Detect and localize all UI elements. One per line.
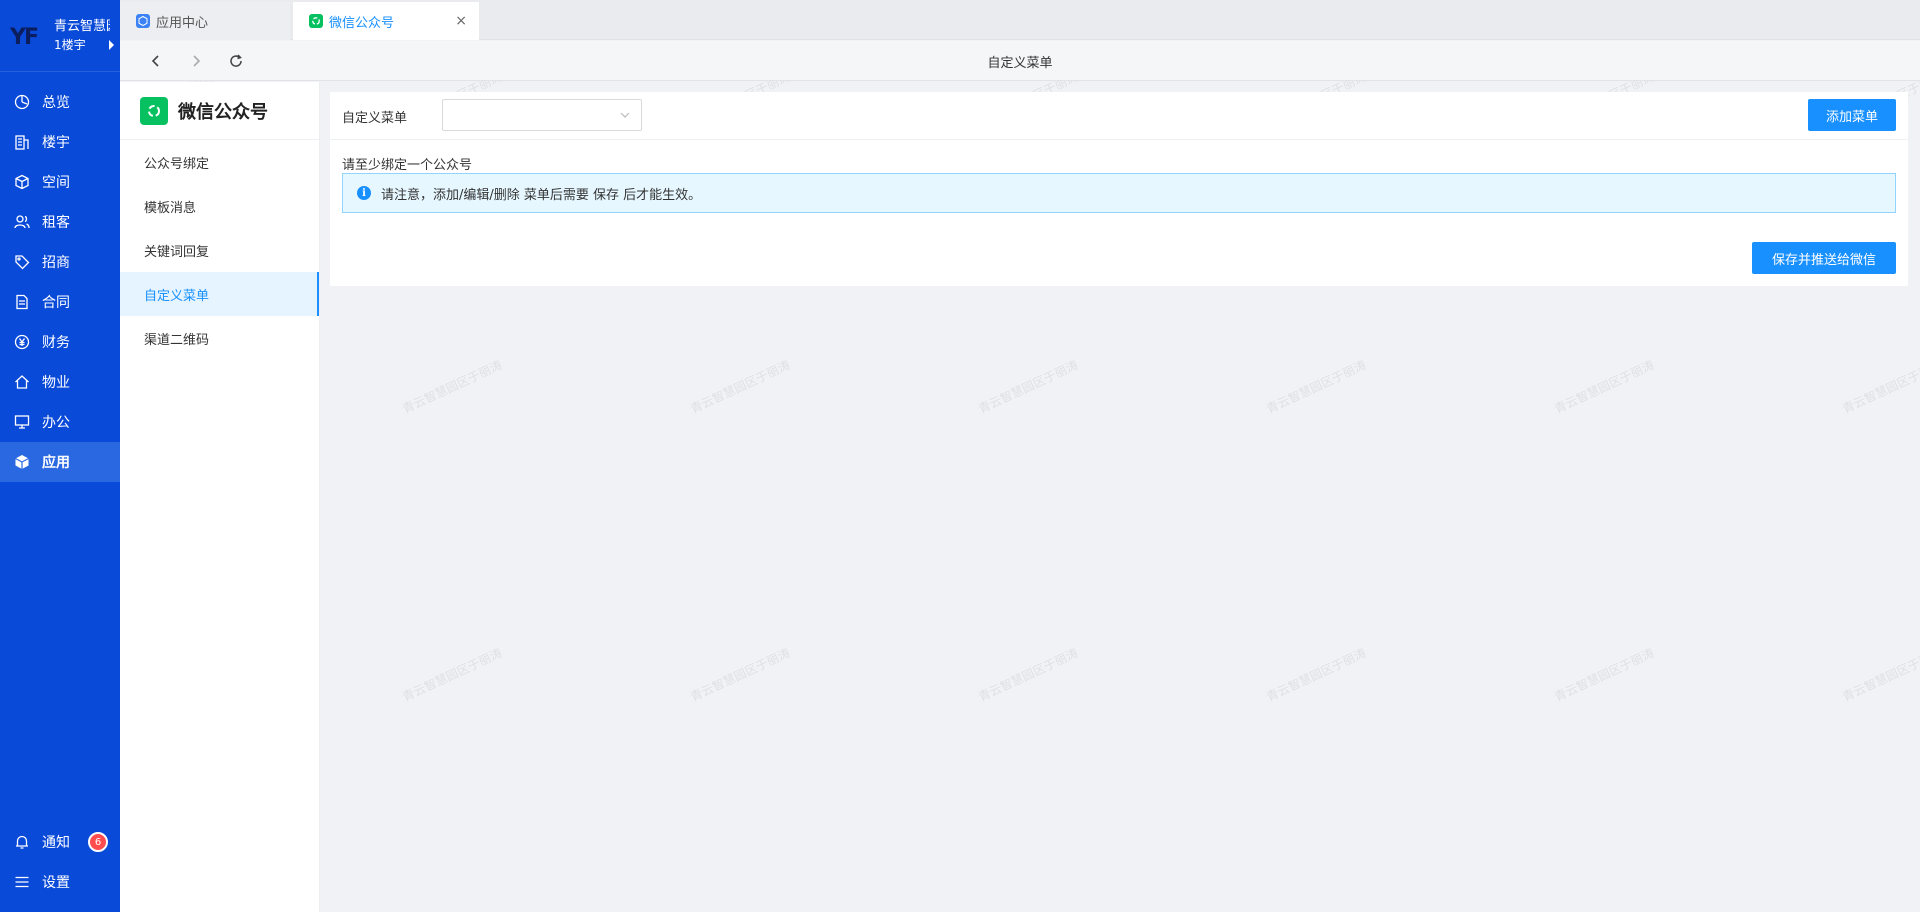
- monitor-icon: [14, 414, 30, 430]
- subnav-item-qrcode[interactable]: 渠道二维码: [120, 316, 319, 360]
- tab-wechat[interactable]: 微信公众号 ×: [293, 2, 479, 40]
- nav-item-leasing[interactable]: 招商: [0, 242, 120, 282]
- watermark-text: 青云智慧园区于丽涛: [976, 645, 1081, 705]
- nav-label: 楼宇: [42, 135, 70, 151]
- nav-label: 设置: [42, 875, 70, 891]
- nav-item-property[interactable]: 物业: [0, 362, 120, 402]
- chevron-down-icon: [619, 109, 631, 125]
- subnav-item-template[interactable]: 模板消息: [120, 184, 319, 228]
- dashboard-icon: [14, 94, 30, 110]
- subnav-label: 公众号绑定: [144, 156, 210, 172]
- watermark-text: 青云智慧园区于丽涛: [1552, 645, 1657, 705]
- menu-select-label: 自定义菜单: [342, 111, 408, 126]
- subnav-item-custom-menu[interactable]: 自定义菜单: [120, 272, 319, 316]
- nav-item-apps[interactable]: 应用: [0, 442, 120, 482]
- watermark-text: 青云智慧园区于丽涛: [400, 645, 505, 705]
- close-icon[interactable]: ×: [455, 13, 467, 29]
- info-alert: i 请注意，添加/编辑/删除 菜单后需要 保存 后才能生效。: [342, 173, 1896, 213]
- brand-logo: YF: [10, 24, 40, 50]
- home-icon: [14, 374, 30, 390]
- nav-label: 租客: [42, 215, 70, 231]
- nav-label: 物业: [42, 375, 70, 391]
- building-icon: [14, 134, 30, 150]
- info-icon: i: [357, 186, 371, 200]
- tag-icon: [14, 254, 30, 270]
- building-selector: 1楼宇: [54, 37, 86, 52]
- notification-badge: 6: [88, 832, 108, 852]
- bell-icon: [14, 834, 30, 850]
- nav-label: 应用: [42, 455, 70, 471]
- caret-right-icon[interactable]: [109, 40, 114, 50]
- brand-switcher[interactable]: YF 青云智慧园区 1楼宇: [0, 0, 120, 72]
- wechat-sidebar: 微信公众号 公众号绑定 模板消息 关键词回复 自定义菜单 渠道二维码: [120, 82, 320, 912]
- back-icon[interactable]: [146, 51, 166, 71]
- nav-label: 办公: [42, 415, 70, 431]
- main-sidebar: YF 青云智慧园区 1楼宇 总览 楼宇 空间: [0, 0, 120, 912]
- refresh-icon[interactable]: [226, 51, 246, 71]
- bind-warning-text: 请至少绑定一个公众号: [342, 158, 473, 173]
- page-title: 自定义菜单: [987, 56, 1053, 71]
- nav-item-contract[interactable]: 合同: [0, 282, 120, 322]
- page-toolbar: 自定义菜单: [120, 41, 1920, 81]
- nav-label: 总览: [42, 95, 70, 111]
- menu-icon: [14, 874, 30, 890]
- app-cube-icon: [14, 454, 30, 470]
- wechat-icon: [309, 14, 323, 28]
- subnav-label: 渠道二维码: [144, 332, 210, 348]
- nav-label: 通知: [42, 835, 70, 851]
- app-center-icon: [136, 14, 150, 28]
- main-nav: 总览 楼宇 空间 租客 招商 合同 财务 物业 办公 应用: [0, 82, 120, 482]
- add-menu-button[interactable]: 添加菜单: [1808, 99, 1896, 131]
- nav-item-notifications[interactable]: 通知 6: [0, 822, 120, 862]
- subnav-item-keyword[interactable]: 关键词回复: [120, 228, 319, 272]
- nav-label: 招商: [42, 255, 70, 271]
- nav-item-office[interactable]: 办公: [0, 402, 120, 442]
- filter-row: 自定义菜单 添加菜单: [330, 92, 1908, 140]
- nav-item-settings[interactable]: 设置: [0, 862, 120, 902]
- watermark-text: 青云智慧园区于丽涛: [688, 645, 793, 705]
- yen-icon: [14, 334, 30, 350]
- watermark-text: 青云智慧园区于丽涛: [1264, 357, 1369, 417]
- nav-label: 财务: [42, 335, 70, 351]
- watermark-text: 青云智慧园区于丽涛: [1840, 357, 1920, 417]
- tab-label: 微信公众号: [329, 15, 395, 31]
- watermark-text: 青云智慧园区于丽涛: [1840, 645, 1920, 705]
- watermark-text: 青云智慧园区于丽涛: [400, 357, 505, 417]
- wechat-title: 微信公众号: [178, 101, 268, 123]
- nav-label: 空间: [42, 175, 70, 191]
- tab-bar: 应用中心 微信公众号 ×: [120, 0, 1920, 40]
- nav-item-building[interactable]: 楼宇: [0, 122, 120, 162]
- watermark-text: 青云智慧园区于丽涛: [1264, 645, 1369, 705]
- nav-item-tenant[interactable]: 租客: [0, 202, 120, 242]
- wechat-logo-icon: [140, 96, 168, 125]
- nav-item-overview[interactable]: 总览: [0, 82, 120, 122]
- nav-item-finance[interactable]: 财务: [0, 322, 120, 362]
- subnav-label: 自定义菜单: [144, 288, 210, 304]
- alert-text: 请注意，添加/编辑/删除 菜单后需要 保存 后才能生效。: [381, 187, 702, 203]
- custom-menu-panel: 自定义菜单 添加菜单 请至少绑定一个公众号 i 请注意，添加/编辑/删除 菜单后…: [330, 92, 1908, 286]
- tab-app-center[interactable]: 应用中心: [120, 2, 290, 40]
- subnav-label: 关键词回复: [144, 244, 210, 260]
- cube-icon: [14, 174, 30, 190]
- watermark-text: 青云智慧园区于丽涛: [1552, 357, 1657, 417]
- subnav-item-binding[interactable]: 公众号绑定: [120, 140, 319, 184]
- wechat-header: 微信公众号: [120, 82, 319, 140]
- watermark-text: 青云智慧园区于丽涛: [688, 357, 793, 417]
- brand-name: 青云智慧园区: [54, 18, 110, 34]
- watermark-text: 青云智慧园区于丽涛: [976, 357, 1081, 417]
- users-icon: [14, 214, 30, 230]
- subnav-label: 模板消息: [144, 200, 197, 216]
- nav-label: 合同: [42, 295, 70, 311]
- nav-item-space[interactable]: 空间: [0, 162, 120, 202]
- document-icon: [14, 294, 30, 310]
- save-push-button[interactable]: 保存并推送给微信: [1752, 242, 1896, 274]
- forward-icon[interactable]: [186, 51, 206, 71]
- tab-label: 应用中心: [156, 15, 209, 31]
- account-select[interactable]: [442, 99, 642, 131]
